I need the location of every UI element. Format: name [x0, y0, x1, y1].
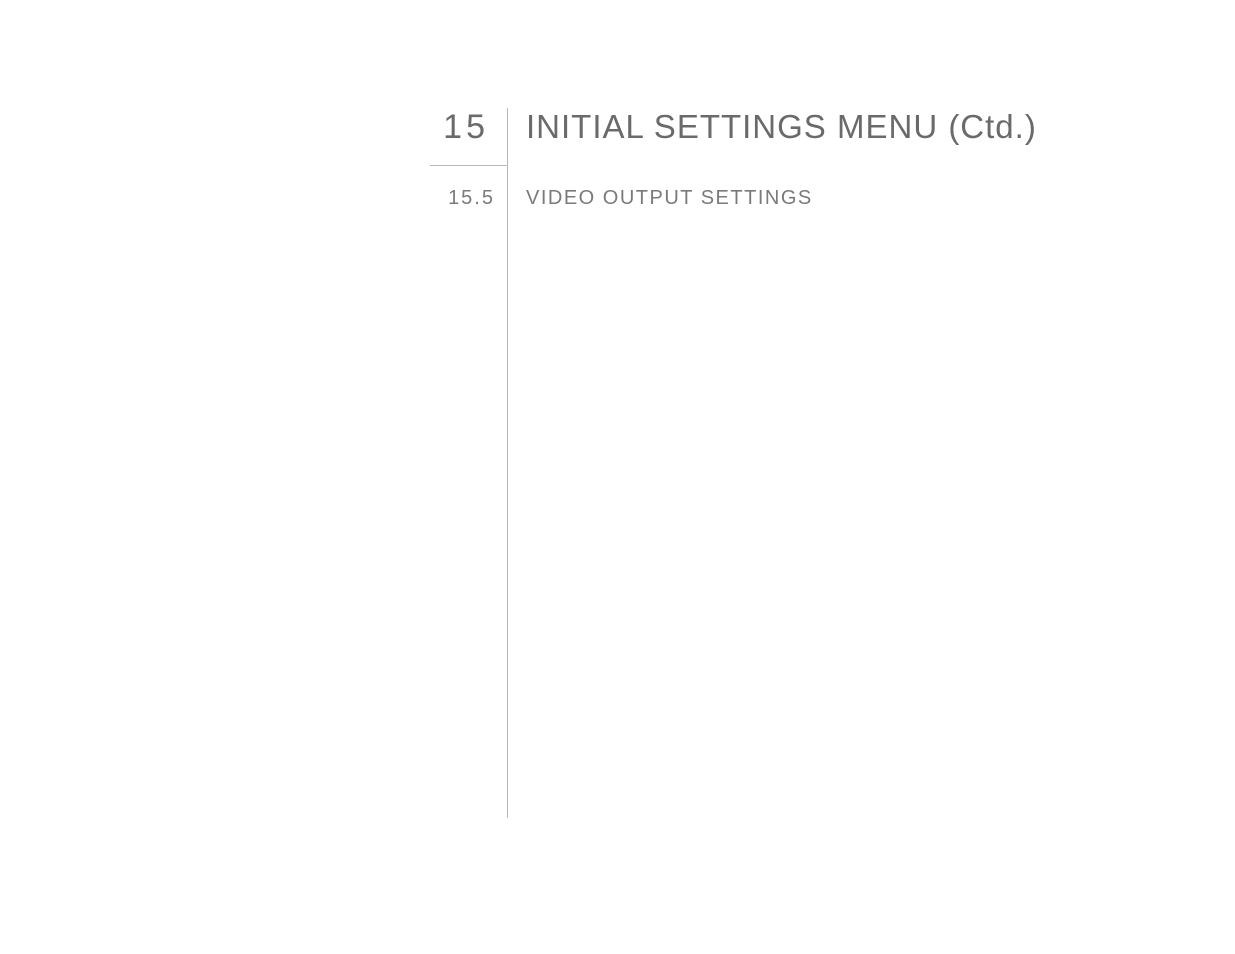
section-title-cell: VIDEO OUTPUT SETTINGS	[508, 187, 813, 228]
section-number: 15.5	[448, 187, 495, 209]
chapter-title: INITIAL SETTINGS MENU (Ctd.)	[526, 108, 1037, 145]
divider-row	[430, 165, 1175, 187]
section-header-row: 15.5 VIDEO OUTPUT SETTINGS	[430, 187, 1175, 228]
chapter-header-row: 15 INITIAL SETTINGS MENU (Ctd.)	[430, 108, 1175, 165]
vertical-rule	[430, 228, 508, 818]
divider-left	[430, 165, 508, 187]
chapter-title-cell: INITIAL SETTINGS MENU (Ctd.)	[508, 108, 1037, 164]
section-number-cell: 15.5	[430, 187, 508, 228]
page-content: 15 INITIAL SETTINGS MENU (Ctd.) 15.5 VID…	[430, 108, 1175, 818]
chapter-number: 15	[443, 108, 489, 146]
chapter-number-cell: 15	[430, 108, 508, 165]
vertical-rule-tail	[430, 228, 1175, 818]
section-title: VIDEO OUTPUT SETTINGS	[526, 187, 813, 209]
divider-right	[508, 165, 1175, 187]
